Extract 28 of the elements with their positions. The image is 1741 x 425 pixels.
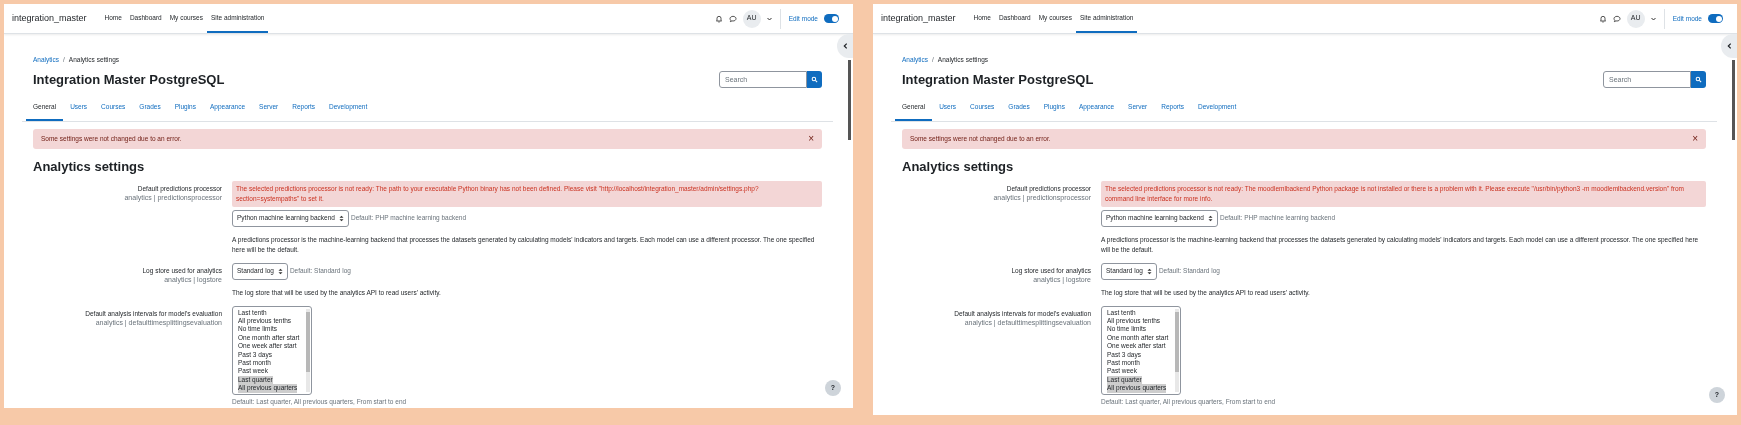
chevron-down-icon[interactable]	[1650, 16, 1656, 21]
caret-icon	[277, 267, 283, 275]
search-icon	[811, 76, 818, 83]
chevron-down-icon[interactable]	[766, 16, 772, 21]
drawer-toggle-button[interactable]	[1721, 34, 1737, 58]
page-title: Integration Master PostgreSQL	[902, 70, 1094, 89]
search-button[interactable]	[807, 71, 822, 88]
chat-icon[interactable]	[728, 14, 737, 23]
drawer-toggle-button[interactable]	[837, 34, 853, 58]
caret-icon	[1146, 267, 1152, 275]
search-icon	[1695, 76, 1702, 83]
edit-mode-toggle[interactable]	[1708, 14, 1723, 23]
bell-icon[interactable]	[714, 14, 723, 23]
section-heading: Analytics settings	[33, 158, 146, 176]
section-heading: Analytics settings	[902, 158, 1015, 176]
alert-close-button[interactable]: ×	[1692, 134, 1698, 144]
chat-icon[interactable]	[1612, 14, 1621, 23]
edit-mode-toggle[interactable]	[824, 14, 839, 23]
bell-icon[interactable]	[1598, 14, 1607, 23]
chevron-left-icon	[842, 43, 848, 49]
page-title: Integration Master PostgreSQL	[33, 70, 225, 89]
site-name: integration_master	[12, 11, 87, 25]
chevron-left-icon	[1726, 43, 1732, 49]
site-name: integration_master	[881, 11, 956, 25]
search-button[interactable]	[1691, 71, 1706, 88]
caret-icon	[338, 214, 344, 222]
caret-icon	[1207, 214, 1213, 222]
alert-close-button[interactable]: ×	[808, 134, 814, 144]
